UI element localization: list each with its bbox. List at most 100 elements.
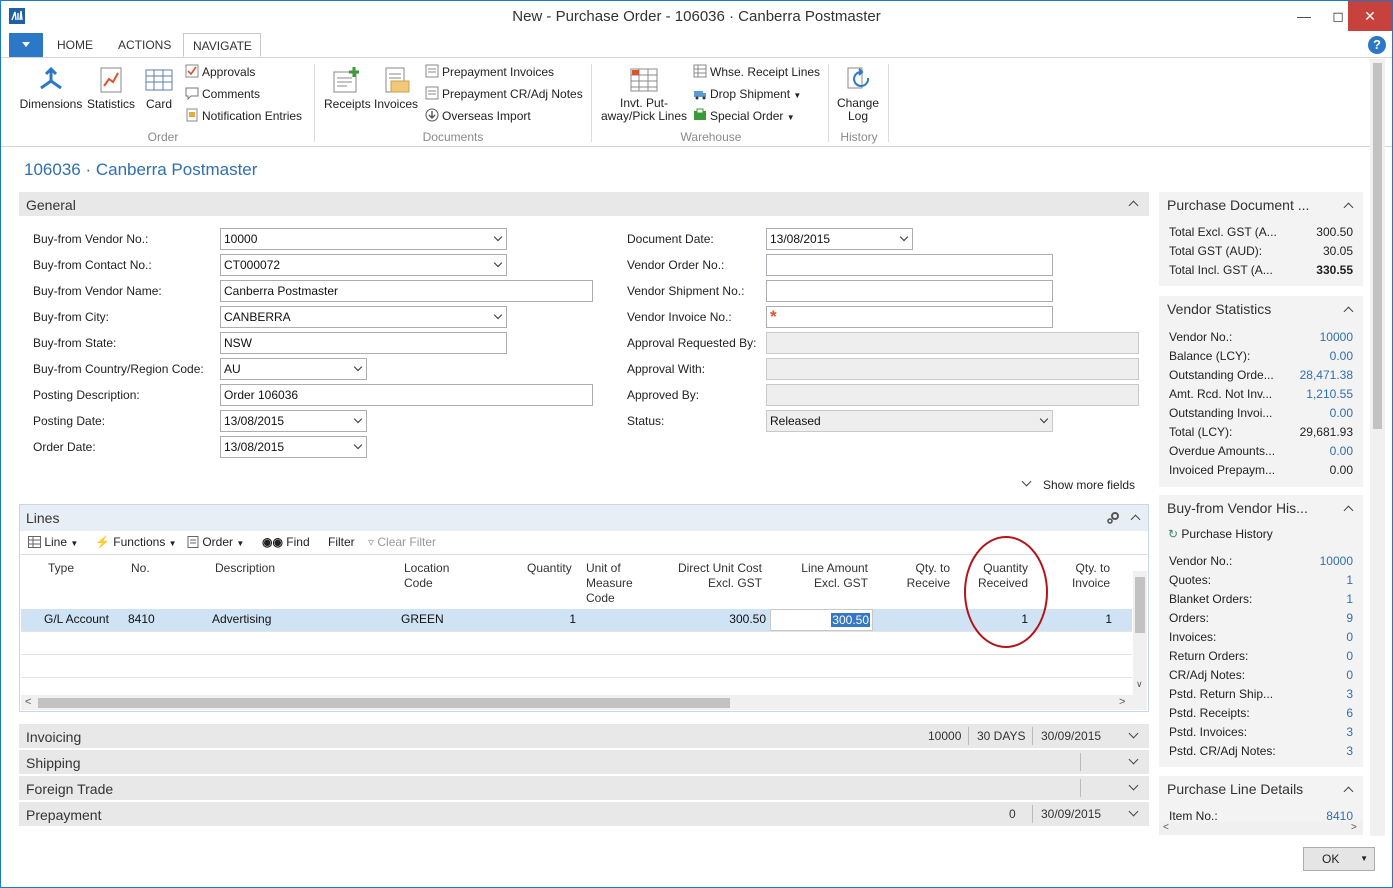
- order-menu-button[interactable]: Order ▼: [187, 535, 244, 549]
- shipping-fasttab-header[interactable]: Shipping: [19, 750, 1149, 774]
- factbox-header[interactable]: Buy-from Vendor His...: [1159, 495, 1363, 521]
- chevron-down-icon[interactable]: [1130, 731, 1138, 739]
- general-fasttab-header[interactable]: General: [19, 192, 1149, 216]
- factbox-link[interactable]: 10000: [1320, 554, 1353, 568]
- col-qty-to-invoice[interactable]: Qty. to Invoice: [1050, 561, 1110, 591]
- scroll-right-icon[interactable]: >: [1351, 822, 1357, 833]
- factbox-link[interactable]: 0: [1346, 668, 1353, 682]
- application-menu-button[interactable]: [9, 33, 43, 57]
- tab-actions[interactable]: ACTIONS: [109, 33, 180, 57]
- drop-shipment-button[interactable]: Drop Shipment ▼: [693, 86, 801, 101]
- posting-description-field[interactable]: Order 106036: [220, 384, 593, 406]
- factbox-link[interactable]: 0.00: [1330, 406, 1353, 420]
- buy-from-country-field[interactable]: AU: [220, 358, 367, 380]
- chevron-up-icon[interactable]: [1132, 514, 1140, 522]
- show-more-fields-link[interactable]: Show more fields: [1023, 478, 1135, 492]
- clear-filter-button[interactable]: ▿ Clear Filter: [368, 535, 436, 549]
- ok-button[interactable]: OK ▼: [1303, 847, 1375, 871]
- cell-quantity[interactable]: 1: [540, 612, 576, 626]
- vendor-shipment-no-field[interactable]: [766, 280, 1053, 302]
- filter-button[interactable]: Filter: [328, 535, 355, 549]
- buy-from-contact-no-field[interactable]: CT000072: [220, 254, 507, 276]
- buy-from-state-field[interactable]: NSW: [220, 332, 507, 354]
- cell-location[interactable]: GREEN: [401, 612, 444, 626]
- prepayment-invoices-button[interactable]: Prepayment Invoices: [425, 64, 554, 79]
- factbox-header[interactable]: Purchase Line Details: [1159, 776, 1363, 802]
- overseas-import-button[interactable]: Overseas Import: [425, 108, 531, 123]
- close-button[interactable]: ✕: [1348, 1, 1392, 31]
- line-menu-button[interactable]: Line ▼: [28, 535, 78, 549]
- scroll-down-icon[interactable]: ∨: [1136, 679, 1143, 690]
- col-unit-of-measure[interactable]: Unit of Measure Code: [586, 561, 633, 606]
- factbox-link[interactable]: 9: [1346, 611, 1353, 625]
- factbox-link[interactable]: 0: [1346, 649, 1353, 663]
- minimize-button[interactable]: —: [1287, 1, 1321, 31]
- cell-qty-to-invoice[interactable]: 1: [1060, 612, 1112, 626]
- buy-from-city-field[interactable]: CANBERRA: [220, 306, 507, 328]
- comments-button[interactable]: Comments: [185, 86, 260, 101]
- change-log-button[interactable]: Change Log: [835, 66, 881, 123]
- horizontal-scrollbar[interactable]: < >: [21, 695, 1147, 710]
- invoices-button[interactable]: Invoices: [374, 66, 418, 111]
- statistics-button[interactable]: Statistics: [87, 66, 135, 111]
- buy-from-vendor-name-field[interactable]: Canberra Postmaster: [220, 280, 593, 302]
- chevron-up-icon[interactable]: [1345, 202, 1353, 210]
- factbox-link[interactable]: 1,210.55: [1306, 387, 1353, 401]
- prepayment-cr-adj-button[interactable]: Prepayment CR/Adj Notes: [425, 86, 583, 101]
- dimensions-button[interactable]: Dimensions: [19, 66, 83, 111]
- factbox-link[interactable]: 3: [1346, 687, 1353, 701]
- invoicing-fasttab-header[interactable]: Invoicing 10000 30 DAYS 30/09/2015: [19, 724, 1149, 748]
- customize-gear-icon[interactable]: [1106, 511, 1120, 525]
- whse-receipt-lines-button[interactable]: Whse. Receipt Lines: [693, 64, 820, 79]
- factbox-link[interactable]: 0.00: [1330, 349, 1353, 363]
- functions-menu-button[interactable]: ⚡ Functions ▼: [95, 535, 177, 549]
- chevron-down-icon[interactable]: [1130, 809, 1138, 817]
- special-order-button[interactable]: Special Order ▼: [693, 108, 795, 123]
- factbox-header[interactable]: Purchase Document ...: [1159, 192, 1363, 218]
- factbox-header[interactable]: Vendor Statistics: [1159, 296, 1363, 322]
- card-button[interactable]: Card: [143, 66, 175, 111]
- factbox-link[interactable]: 6: [1346, 706, 1353, 720]
- col-line-amount[interactable]: Line Amount Excl. GST: [780, 561, 868, 591]
- posting-date-field[interactable]: 13/08/2015: [220, 410, 367, 432]
- factbox-link[interactable]: 1: [1346, 592, 1353, 606]
- cell-no[interactable]: 8410: [128, 612, 155, 626]
- chevron-up-icon[interactable]: [1345, 786, 1353, 794]
- purchase-history-link[interactable]: ↻ Purchase History: [1168, 527, 1273, 541]
- factbox-link[interactable]: 3: [1346, 725, 1353, 739]
- factbox-link[interactable]: 1: [1346, 573, 1353, 587]
- chevron-down-icon[interactable]: [1130, 783, 1138, 791]
- buy-from-vendor-no-field[interactable]: 10000: [220, 228, 507, 250]
- col-direct-unit-cost[interactable]: Direct Unit Cost Excl. GST: [660, 561, 762, 591]
- vendor-invoice-no-field[interactable]: *: [766, 306, 1053, 328]
- document-date-field[interactable]: 13/08/2015: [766, 228, 913, 250]
- tab-navigate[interactable]: NAVIGATE: [183, 33, 261, 57]
- chevron-down-icon[interactable]: ▼: [1360, 848, 1368, 870]
- factbox-link[interactable]: 3: [1346, 744, 1353, 758]
- factbox-link[interactable]: 8410: [1326, 809, 1353, 822]
- order-date-field[interactable]: 13/08/2015: [220, 436, 367, 458]
- factbox-horizontal-scrollbar[interactable]: < >: [1159, 822, 1363, 835]
- invt-put-away-pick-lines-button[interactable]: Invt. Put- away/Pick Lines: [599, 66, 689, 123]
- scroll-thumb[interactable]: [1373, 63, 1382, 429]
- cell-type[interactable]: G/L Account: [44, 612, 109, 626]
- vendor-order-no-field[interactable]: [766, 254, 1053, 276]
- approvals-button[interactable]: Approvals: [185, 64, 255, 79]
- receipts-button[interactable]: Receipts: [324, 66, 371, 111]
- col-no[interactable]: No.: [131, 561, 150, 576]
- col-quantity[interactable]: Quantity: [527, 561, 572, 576]
- foreign-trade-fasttab-header[interactable]: Foreign Trade: [19, 776, 1149, 800]
- status-field[interactable]: Released: [766, 410, 1053, 432]
- scroll-left-icon[interactable]: <: [1163, 822, 1169, 833]
- scroll-thumb[interactable]: [38, 698, 730, 708]
- factbox-link[interactable]: 28,471.38: [1300, 368, 1353, 382]
- scroll-thumb[interactable]: [1135, 577, 1145, 633]
- col-description[interactable]: Description: [215, 561, 275, 576]
- cell-direct-unit-cost[interactable]: 300.50: [700, 612, 766, 626]
- prepayment-fasttab-header[interactable]: Prepayment 0 30/09/2015: [19, 802, 1149, 826]
- factbox-link[interactable]: 0.00: [1330, 444, 1353, 458]
- page-vertical-scrollbar[interactable]: [1370, 59, 1385, 836]
- factbox-link[interactable]: 10000: [1320, 330, 1353, 344]
- col-location-code[interactable]: Location Code: [404, 561, 449, 591]
- scroll-left-icon[interactable]: <: [25, 696, 31, 708]
